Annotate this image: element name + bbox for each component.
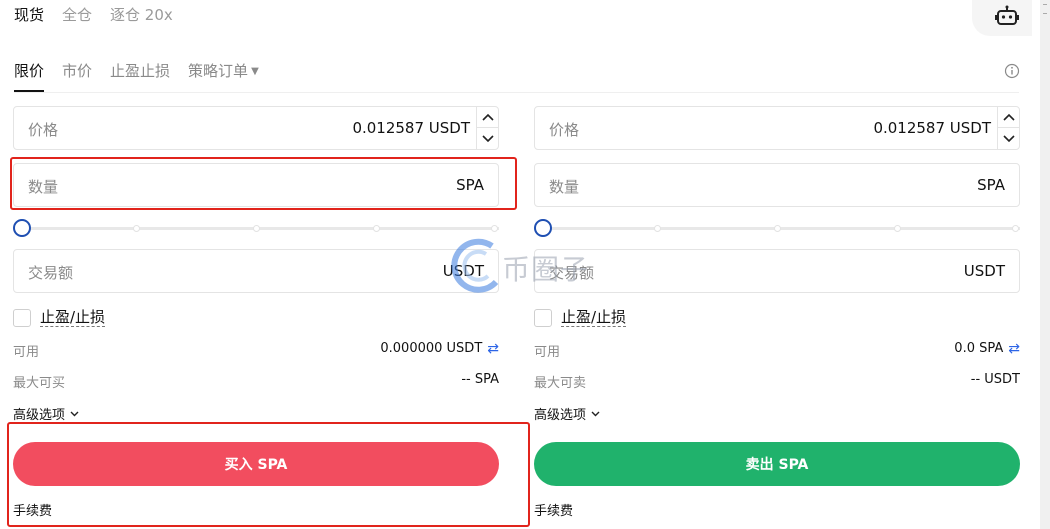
sell-tpsl-checkbox[interactable]	[534, 309, 552, 327]
sell-quantity-unit: SPA	[977, 176, 1005, 194]
buy-price-value: 0.012587 USDT	[352, 119, 470, 137]
tab-cross[interactable]: 全仓	[62, 4, 92, 25]
robot-icon[interactable]	[995, 5, 1019, 27]
buy-available-label: 可用	[13, 345, 40, 360]
sell-price-field[interactable]: 价格 0.012587 USDT	[534, 106, 1020, 150]
buy-max-row: 最大可买 -- SPA	[13, 372, 499, 391]
tab-strategy[interactable]: 策略订单 ▼	[188, 60, 259, 92]
chevron-up-icon[interactable]	[477, 107, 498, 128]
sell-price-value: 0.012587 USDT	[873, 119, 991, 137]
slider-tick-100[interactable]	[491, 225, 498, 232]
sell-tpsl-label[interactable]: 止盈/止损	[561, 309, 627, 327]
account-type-tabs: 现货 全仓 逐仓 20x	[14, 4, 173, 25]
tab-limit-label: 限价	[14, 62, 45, 80]
sell-price-label: 价格	[549, 121, 580, 139]
slider-tick-75[interactable]	[373, 225, 380, 232]
sell-amount-field[interactable]: 交易额 USDT	[534, 249, 1020, 293]
slider-knob[interactable]	[13, 219, 31, 237]
sell-max-value: -- USDT	[970, 372, 1020, 387]
sell-quantity-field[interactable]: 数量 SPA	[534, 163, 1020, 207]
chevron-down-icon[interactable]	[998, 128, 1019, 149]
tab-market-label: 市价	[62, 62, 93, 80]
buy-available-row: 可用 0.000000 USDT ⇄	[13, 341, 499, 360]
caret-down-icon: ▼	[251, 66, 259, 77]
sell-fee-label: 手续费	[534, 504, 574, 519]
tab-limit[interactable]: 限价	[14, 60, 45, 92]
slider-tick-75[interactable]	[894, 225, 901, 232]
tab-spot[interactable]: 现货	[14, 4, 44, 25]
buy-fee-label: 手续费	[13, 504, 53, 519]
buy-quantity-field[interactable]: 数量 SPA	[13, 163, 499, 207]
buy-quantity-unit: SPA	[456, 176, 484, 194]
tabs-divider	[14, 92, 1019, 93]
sell-quantity-label: 数量	[549, 178, 580, 196]
sell-button[interactable]: 卖出 SPA	[534, 442, 1020, 486]
buy-amount-field[interactable]: 交易额 USDT	[13, 249, 499, 293]
buy-advanced-label: 高级选项	[13, 408, 66, 423]
scrollbar[interactable]	[1040, 0, 1050, 529]
slider-knob[interactable]	[534, 219, 552, 237]
sell-price-stepper	[997, 107, 1019, 149]
sell-amount-label: 交易额	[549, 264, 595, 282]
sell-max-row: 最大可卖 -- USDT	[534, 372, 1020, 391]
sell-advanced-options[interactable]: 高级选项	[534, 404, 600, 423]
swap-icon[interactable]: ⇄	[487, 342, 499, 356]
swap-icon[interactable]: ⇄	[1008, 342, 1020, 356]
buy-available-value: 0.000000 USDT	[380, 341, 483, 356]
buy-tpsl-toggle[interactable]: 止盈/止损	[13, 308, 106, 328]
chevron-up-icon[interactable]	[998, 107, 1019, 128]
order-type-tabs: 限价 市价 止盈止损 策略订单 ▼	[14, 60, 277, 92]
tab-tpsl-label: 止盈止损	[110, 62, 171, 80]
slider-tick-25[interactable]	[654, 225, 661, 232]
buy-max-value: -- SPA	[461, 372, 499, 387]
tab-tpsl[interactable]: 止盈止损	[110, 60, 170, 92]
scrollbar-grip[interactable]	[1043, 4, 1047, 14]
slider-tick-25[interactable]	[133, 225, 140, 232]
slider-tick-50[interactable]	[253, 225, 260, 232]
sell-available-row: 可用 0.0 SPA ⇄	[534, 341, 1020, 360]
buy-tpsl-label[interactable]: 止盈/止损	[40, 309, 106, 327]
sell-advanced-label: 高级选项	[534, 408, 587, 423]
tab-market[interactable]: 市价	[62, 60, 92, 92]
buy-percent-slider[interactable]	[13, 218, 499, 238]
buy-amount-label: 交易额	[28, 264, 74, 282]
buy-max-label: 最大可买	[13, 376, 66, 391]
sell-amount-unit: USDT	[963, 262, 1005, 280]
buy-quantity-label: 数量	[28, 178, 59, 196]
sell-available-value: 0.0 SPA	[954, 341, 1004, 356]
slider-tick-50[interactable]	[774, 225, 781, 232]
chevron-down-icon	[70, 411, 79, 416]
slider-tick-100[interactable]	[1012, 225, 1019, 232]
buy-price-field[interactable]: 价格 0.012587 USDT	[13, 106, 499, 150]
buy-amount-unit: USDT	[442, 262, 484, 280]
buy-price-label: 价格	[28, 121, 59, 139]
sell-tpsl-toggle[interactable]: 止盈/止损	[534, 308, 627, 328]
sell-percent-slider[interactable]	[534, 218, 1020, 238]
buy-tpsl-checkbox[interactable]	[13, 309, 31, 327]
sell-available-label: 可用	[534, 345, 561, 360]
chevron-down-icon[interactable]	[477, 128, 498, 149]
tab-strategy-label: 策略订单	[188, 62, 249, 80]
buy-button[interactable]: 买入 SPA	[13, 442, 499, 486]
slider-track[interactable]	[21, 227, 499, 230]
info-icon[interactable]	[1004, 63, 1020, 79]
buy-price-stepper	[476, 107, 498, 149]
sell-max-label: 最大可卖	[534, 376, 587, 391]
buy-advanced-options[interactable]: 高级选项	[13, 404, 79, 423]
chevron-down-icon	[591, 411, 600, 416]
tab-isolated[interactable]: 逐仓 20x	[110, 4, 173, 25]
slider-track[interactable]	[542, 227, 1020, 230]
